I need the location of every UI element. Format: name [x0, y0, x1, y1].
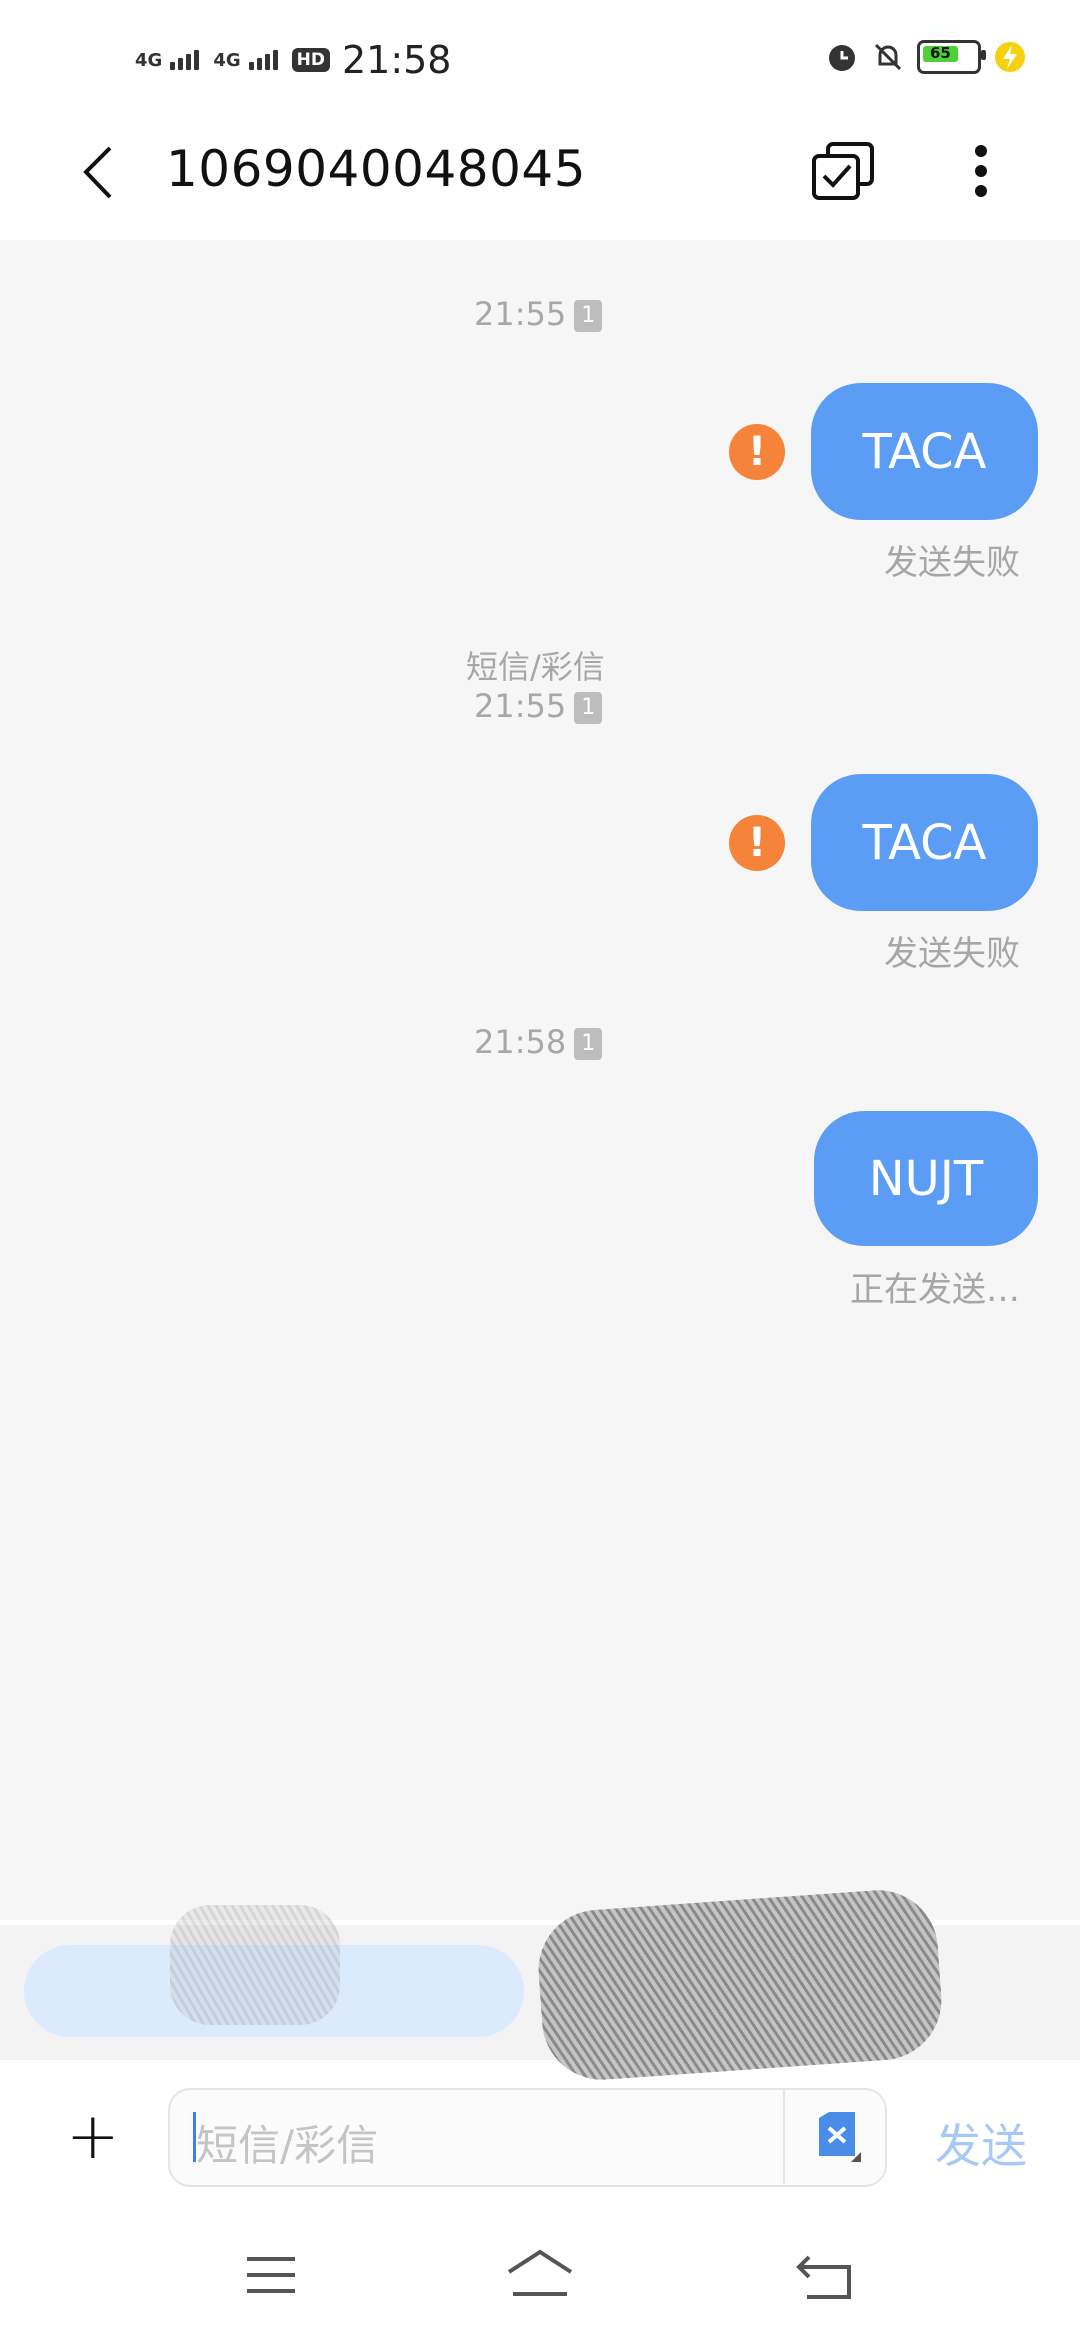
message-status: 发送失败 [884, 543, 1020, 583]
battery-level: 65 [930, 44, 951, 62]
signal-group: 4G 4G HD 21:58 [135, 38, 451, 82]
timestamp-text: 21:55 [474, 687, 567, 725]
sim-badge: 1 [574, 692, 603, 724]
charging-icon [995, 42, 1025, 72]
signal-icon [170, 50, 200, 70]
conversation-title: 1069040048045 [166, 140, 587, 198]
message-timestamp: 21:55 1 [474, 295, 603, 333]
add-attachment-icon[interactable]: + [66, 2105, 120, 2169]
input-divider [783, 2090, 785, 2184]
message-timestamp: 21:58 1 [474, 1023, 603, 1061]
send-failed-icon[interactable]: ! [729, 424, 785, 480]
redacted-area [534, 1886, 946, 2084]
send-failed-icon[interactable]: ! [729, 815, 785, 871]
message-bubble[interactable]: TACA [811, 383, 1038, 520]
multi-select-icon[interactable] [812, 142, 874, 200]
mute-bell-icon [874, 43, 902, 71]
alarm-icon [829, 45, 855, 71]
message-status: 发送失败 [884, 934, 1020, 974]
more-options-icon[interactable] [973, 143, 989, 199]
timestamp-text: 21:55 [474, 295, 567, 333]
back-arrow-icon[interactable] [80, 145, 120, 200]
message-input-placeholder: 短信/彩信 [196, 2121, 379, 2170]
hd-voice-icon: HD [291, 48, 330, 72]
sim-select-icon[interactable] [815, 2110, 863, 2164]
message-status: 正在发送… [850, 1270, 1020, 1310]
message-timestamp: 21:55 1 [474, 687, 603, 725]
sim-badge: 1 [574, 1028, 603, 1060]
redacted-area [170, 1905, 340, 2025]
signal-icon-2 [248, 50, 278, 70]
message-bubble[interactable]: NUJT [814, 1111, 1038, 1246]
status-time: 21:58 [341, 38, 452, 82]
send-button[interactable]: 发送 [935, 2110, 1027, 2176]
menu-nav-icon[interactable] [245, 2255, 297, 2295]
timestamp-text: 21:58 [474, 1023, 567, 1061]
network-label-2: 4G [213, 49, 241, 71]
battery-icon: 65 [917, 40, 986, 74]
message-type-label: 短信/彩信 [466, 648, 605, 686]
network-label-1: 4G [135, 49, 163, 71]
status-icons: 65 [825, 40, 1027, 74]
message-bubble[interactable]: TACA [811, 774, 1038, 911]
sim-badge: 1 [574, 300, 603, 332]
back-nav-icon[interactable] [795, 2255, 855, 2299]
home-nav-icon[interactable] [505, 2248, 575, 2298]
